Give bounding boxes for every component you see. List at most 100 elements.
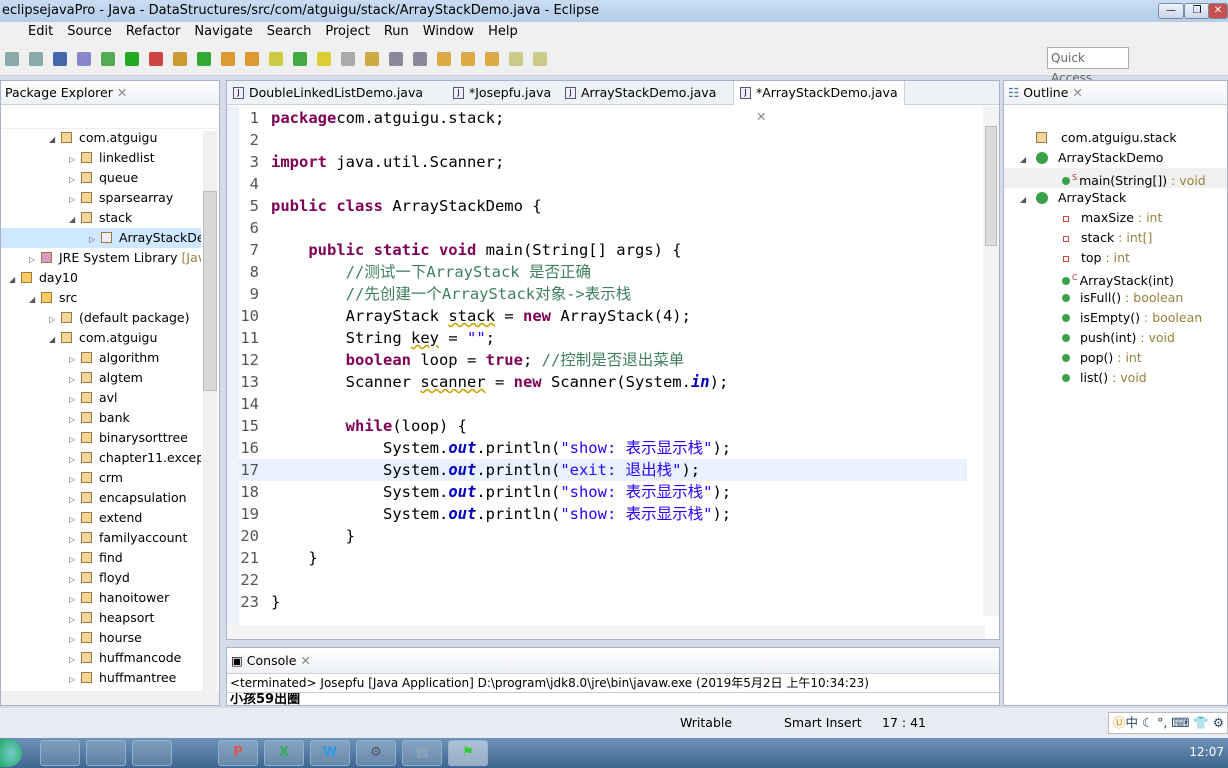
minimize-button[interactable]: —: [1158, 3, 1184, 19]
tree-item[interactable]: ▷ bank: [1, 408, 201, 428]
toolbar-button-11[interactable]: [269, 52, 283, 66]
ie-taskbar-button[interactable]: [40, 740, 80, 766]
start-button[interactable]: [0, 739, 22, 767]
toolbar-button-3[interactable]: [77, 52, 91, 66]
expand-arrow-icon[interactable]: ▷: [69, 190, 81, 210]
expand-arrow-icon[interactable]: ▷: [69, 590, 81, 610]
tree-item[interactable]: ▷ extend: [1, 508, 201, 528]
taskbar-app-button[interactable]: P: [218, 740, 258, 766]
editor-scrollbar-vertical[interactable]: [983, 106, 999, 616]
toolbar-button-13[interactable]: [317, 52, 331, 66]
expand-arrow-icon[interactable]: ▷: [69, 630, 81, 650]
expand-arrow-icon[interactable]: ▷: [69, 530, 81, 550]
editor-tab[interactable]: J *ArrayStackDemo.java ✕: [733, 81, 905, 124]
quick-access-input[interactable]: Quick Access: [1047, 47, 1129, 85]
menu-help[interactable]: Help: [488, 24, 518, 39]
tree-item[interactable]: ▷ hourse: [1, 628, 201, 648]
expand-arrow-icon[interactable]: ◢: [29, 290, 41, 310]
tree-item[interactable]: ◢ src: [1, 288, 201, 308]
expand-arrow-icon[interactable]: ▷: [69, 450, 81, 470]
close-icon[interactable]: ✕: [300, 653, 310, 668]
toolbar-button-14[interactable]: [341, 52, 355, 66]
toolbar-button-9[interactable]: [221, 52, 235, 66]
toolbar-button-12[interactable]: [293, 52, 307, 66]
tree-item[interactable]: ▷ huffmantree: [1, 668, 201, 688]
tree-item[interactable]: ▷ JRE System Library [JavaSE: [1, 248, 201, 268]
scrollbar-horizontal[interactable]: [1, 691, 219, 705]
outline-item[interactable]: isEmpty() : boolean: [1004, 308, 1227, 328]
expand-arrow-icon[interactable]: ▷: [69, 570, 81, 590]
outline-item[interactable]: ◢ ArrayStack: [1004, 188, 1227, 208]
toolbar-button-15[interactable]: [365, 52, 379, 66]
taskbar-app-button[interactable]: W: [310, 740, 350, 766]
close-icon[interactable]: ✕: [117, 85, 127, 100]
scrollbar-vertical[interactable]: [203, 131, 217, 691]
tree-item[interactable]: ▷ (default package): [1, 308, 201, 328]
tree-item[interactable]: ▷ huffmancode: [1, 648, 201, 668]
expand-arrow-icon[interactable]: ▷: [69, 170, 81, 190]
tree-item[interactable]: ◢ com.atguigu: [1, 128, 201, 148]
expand-arrow-icon[interactable]: ▷: [69, 370, 81, 390]
outline-item[interactable]: com.atguigu.stack: [1004, 128, 1227, 148]
toolbar-button-8[interactable]: [197, 52, 211, 66]
package-explorer-tab[interactable]: Package Explorer ✕: [1, 81, 219, 105]
close-button[interactable]: ✕: [1208, 3, 1228, 19]
expand-arrow-icon[interactable]: ▷: [69, 550, 81, 570]
outline-item[interactable]: top : int: [1004, 248, 1227, 268]
expand-arrow-icon[interactable]: ▷: [69, 510, 81, 530]
outline-item[interactable]: C ArrayStack(int): [1004, 268, 1227, 288]
toolbar-button-20[interactable]: [485, 52, 499, 66]
tree-item[interactable]: ▷ binarysorttree: [1, 428, 201, 448]
chrome-taskbar-button[interactable]: [132, 740, 172, 766]
toolbar-button-5[interactable]: [125, 52, 139, 66]
menu-source[interactable]: Source: [67, 24, 112, 39]
outline-item[interactable]: ◢ ArrayStackDemo: [1004, 148, 1227, 168]
menu-refactor[interactable]: Refactor: [126, 24, 181, 39]
expand-arrow-icon[interactable]: ◢: [1020, 150, 1032, 170]
menu-edit[interactable]: Edit: [28, 24, 53, 39]
tree-item[interactable]: ▷ sparsearray: [1, 188, 201, 208]
expand-arrow-icon[interactable]: ◢: [1020, 190, 1032, 210]
outline-item[interactable]: push(int) : void: [1004, 328, 1227, 348]
toolbar-button-0[interactable]: [5, 52, 19, 66]
menu-search[interactable]: Search: [267, 24, 312, 39]
expand-arrow-icon[interactable]: ◢: [49, 130, 61, 150]
tree-item[interactable]: ▷ heapsort: [1, 608, 201, 628]
outline-item[interactable]: Smain(String[]) : void: [1004, 168, 1227, 188]
tree-item[interactable]: ◢ com.atguigu: [1, 328, 201, 348]
expand-arrow-icon[interactable]: ▷: [69, 350, 81, 370]
taskbar-app-button[interactable]: ⚙: [356, 740, 396, 766]
tree-item[interactable]: ▷ crm: [1, 468, 201, 488]
outline-item[interactable]: stack : int[]: [1004, 228, 1227, 248]
expand-arrow-icon[interactable]: ▷: [69, 610, 81, 630]
toolbar-button-4[interactable]: [101, 52, 115, 66]
outline-item[interactable]: list() : void: [1004, 368, 1227, 388]
taskbar-app-button[interactable]: X: [264, 740, 304, 766]
editor-tab[interactable]: J DoubleLinkedListDemo.java: [227, 81, 423, 105]
expand-arrow-icon[interactable]: ▷: [69, 650, 81, 670]
tree-item[interactable]: ▷ queue: [1, 168, 201, 188]
toolbar-button-7[interactable]: [173, 52, 187, 66]
tree-item[interactable]: ▷ algtem: [1, 368, 201, 388]
console-tab[interactable]: ▣ Console ✕: [227, 648, 999, 674]
expand-arrow-icon[interactable]: ▷: [69, 410, 81, 430]
expand-arrow-icon[interactable]: ▷: [29, 250, 41, 270]
tree-item[interactable]: ▷ familyaccount: [1, 528, 201, 548]
toolbar-button-18[interactable]: [437, 52, 451, 66]
tree-item[interactable]: ◢ day10: [1, 268, 201, 288]
toolbar-button-6[interactable]: [149, 52, 163, 66]
outline-item[interactable]: pop() : int: [1004, 348, 1227, 368]
code-area[interactable]: 1 packagecom.atguigu.stack; 2 3 import java.…: [227, 106, 967, 626]
editor-tab[interactable]: J ArrayStackDemo.java: [559, 81, 716, 105]
tree-item[interactable]: ▷ floyd: [1, 568, 201, 588]
menu-window[interactable]: Window: [423, 24, 474, 39]
menu-run[interactable]: Run: [384, 24, 409, 39]
toolbar-button-1[interactable]: [29, 52, 43, 66]
expand-arrow-icon[interactable]: ▷: [69, 430, 81, 450]
menu-project[interactable]: Project: [325, 24, 369, 39]
taskbar-app-button[interactable]: ▤: [402, 740, 442, 766]
tree-item[interactable]: ▷ hanoitower: [1, 588, 201, 608]
expand-arrow-icon[interactable]: ▷: [69, 670, 81, 688]
toolbar-button-19[interactable]: [461, 52, 475, 66]
expand-arrow-icon[interactable]: ◢: [69, 210, 81, 230]
